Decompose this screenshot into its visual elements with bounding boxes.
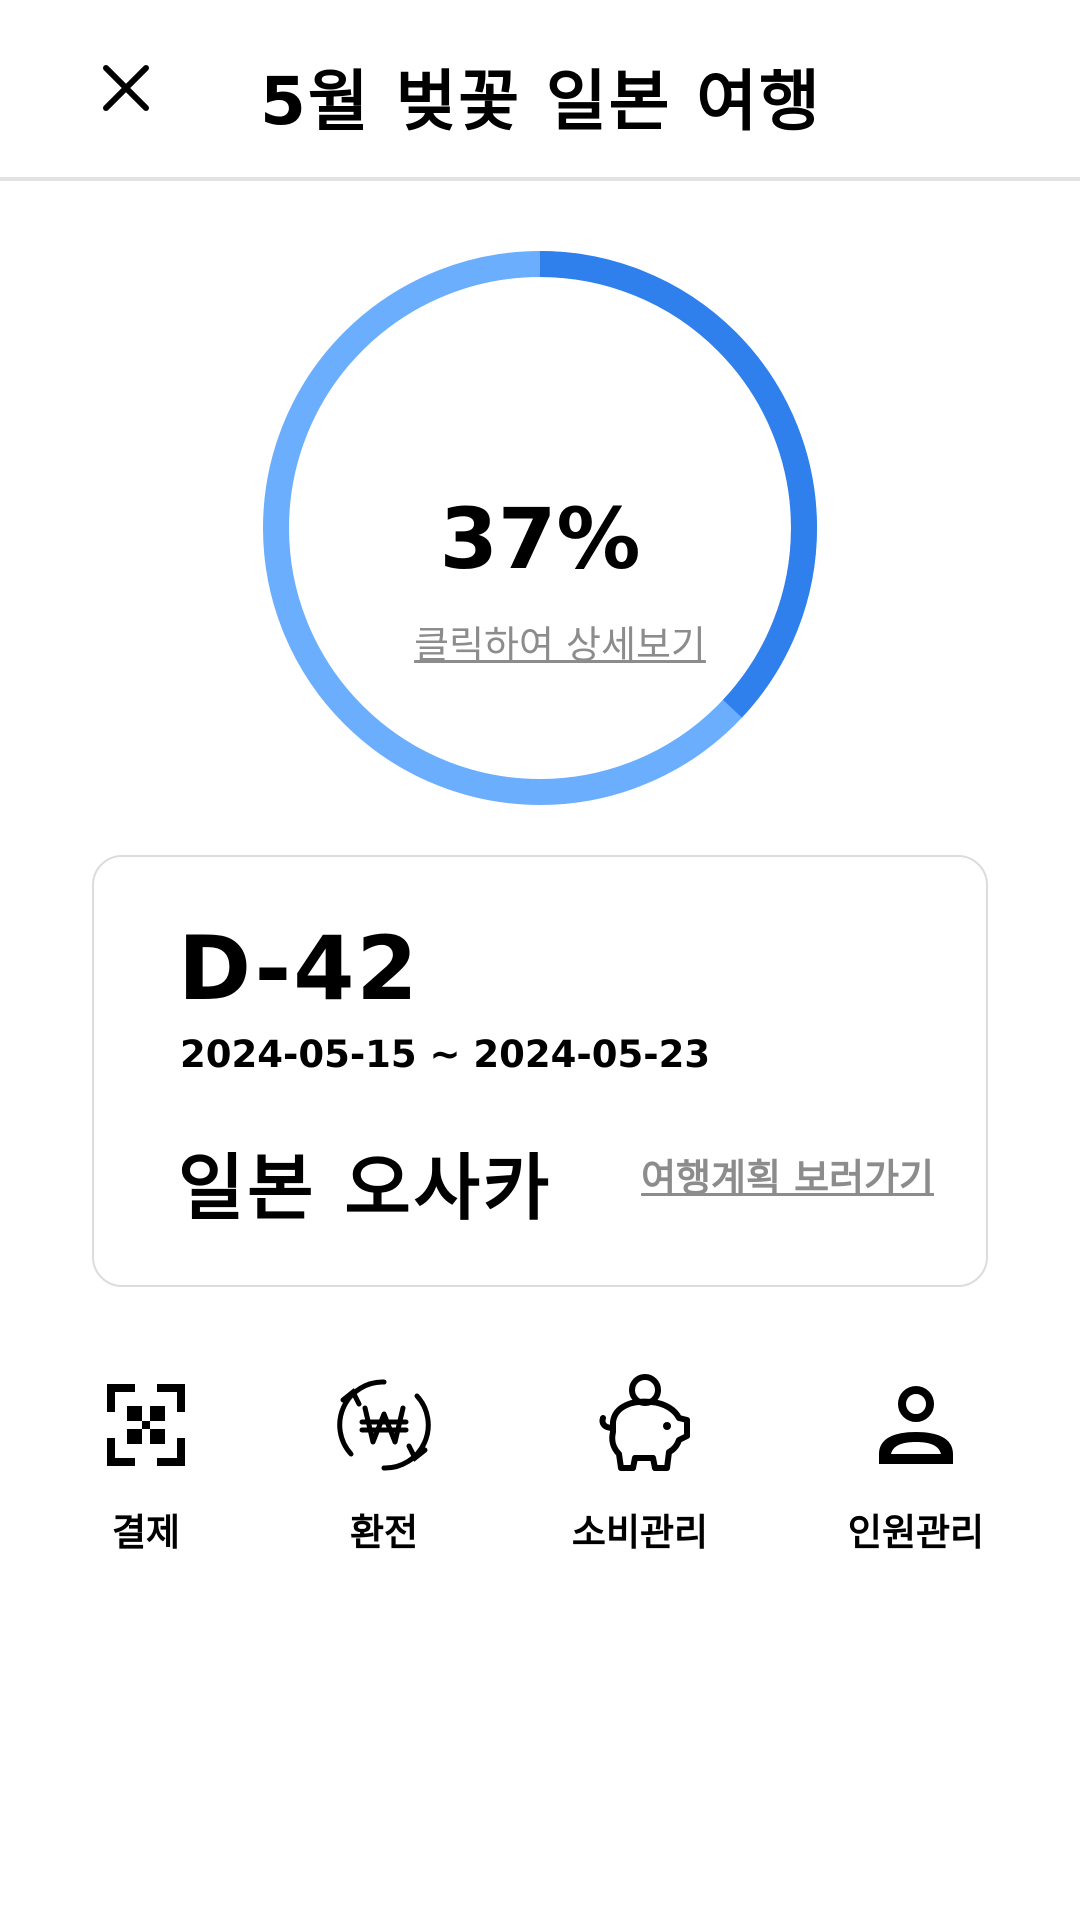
trip-info-card: D-42 2024-05-15 ~ 2024-05-23 일본 오사카 여행계획… [92, 855, 988, 1287]
progress-percent: 37% [439, 490, 641, 588]
quick-menu: 결제 환전 소비관리 인원관리 [0, 1370, 1080, 1554]
trip-plan-link[interactable]: 여행계획 보러가기 [641, 1147, 934, 1202]
header-bar: 5월 벚꽃 일본 여행 [0, 0, 1080, 181]
qr-scan-icon [107, 1384, 185, 1466]
won-exchange-icon [337, 1379, 431, 1471]
progress-detail-link[interactable]: 클릭하여 상세보기 [262, 614, 818, 669]
menu-label-spending: 소비관리 [571, 1511, 709, 1554]
piggy-bank-icon [599, 1374, 690, 1471]
menu-item-exchange[interactable]: 환전 [284, 1370, 484, 1556]
trip-date-range: 2024-05-15 ~ 2024-05-23 [180, 1033, 711, 1076]
menu-label-exchange: 환전 [349, 1511, 419, 1554]
trip-destination: 일본 오사카 [178, 1146, 553, 1230]
close-button[interactable] [96, 58, 156, 118]
menu-label-members: 인원관리 [847, 1511, 985, 1554]
close-icon [103, 65, 149, 111]
dday-counter: D-42 [178, 917, 420, 1020]
person-icon [879, 1386, 953, 1464]
menu-item-spending[interactable]: 소비관리 [540, 1370, 740, 1556]
menu-label-payment: 결제 [111, 1511, 181, 1554]
menu-item-payment[interactable]: 결제 [46, 1370, 246, 1556]
menu-item-members[interactable]: 인원관리 [816, 1370, 1016, 1556]
budget-progress-ring[interactable]: 37% 클릭하여 상세보기 [262, 250, 818, 806]
page-title: 5월 벚꽃 일본 여행 [260, 63, 822, 140]
